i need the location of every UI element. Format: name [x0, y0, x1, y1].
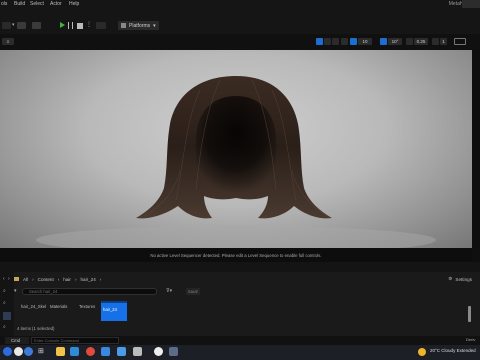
derived-data-label[interactable]: Deriv — [466, 337, 475, 342]
rotation-snap-value[interactable]: 10° — [388, 38, 402, 45]
breadcrumb-all[interactable]: All — [23, 277, 28, 282]
content-browser — [0, 262, 480, 336]
save-all-button[interactable]: SAVE — [186, 288, 200, 295]
menu-build[interactable]: Build — [14, 1, 25, 7]
weather-widget[interactable]: 20°C Cloudy Extended — [430, 348, 476, 353]
rotation-snap-icon[interactable] — [380, 38, 387, 45]
edge-browser-icon[interactable] — [3, 347, 12, 356]
app-icon[interactable] — [133, 347, 142, 356]
item-count: 4 items (1 selected) — [17, 326, 55, 331]
folder-item[interactable]: Textures — [79, 304, 95, 309]
store-icon[interactable] — [117, 347, 126, 356]
menu-actor[interactable]: Actor — [50, 1, 62, 7]
play-icon[interactable] — [60, 22, 65, 28]
photos-icon[interactable] — [101, 347, 110, 356]
viewport-side-strip — [472, 50, 480, 248]
platforms-dropdown[interactable]: Platforms ▾ — [118, 21, 159, 30]
launch-icon[interactable] — [96, 22, 106, 29]
chevron-right-icon: › — [32, 276, 34, 282]
weather-label: Extended — [456, 348, 476, 353]
selected-asset-tile[interactable]: hair_24 — [101, 301, 127, 321]
content-scrollbar[interactable] — [468, 306, 471, 322]
console-command-input[interactable]: Enter Console Command — [31, 337, 119, 344]
forward-arrow-icon[interactable]: › — [8, 276, 10, 282]
app-icon[interactable] — [24, 347, 33, 356]
app-icon[interactable] — [169, 347, 178, 356]
selected-asset-label: hair_24 — [103, 307, 117, 312]
start-icon[interactable]: ⊞ — [38, 347, 47, 356]
content-browser-header — [0, 262, 480, 272]
search-icon[interactable]: ⌕ — [3, 324, 6, 330]
mail-icon[interactable] — [70, 347, 79, 356]
world-space-icon[interactable] — [341, 38, 348, 45]
menu-tools[interactable]: ols — [1, 1, 7, 7]
chevron-right-icon: › — [57, 276, 60, 282]
more-options-icon[interactable]: ⋮ — [86, 21, 92, 28]
unreal-engine-icon[interactable] — [154, 347, 163, 356]
chrome-icon[interactable] — [14, 347, 23, 356]
chevron-right-icon: › — [99, 276, 102, 282]
filter-dropdown-icon[interactable]: ⊽▾ — [166, 288, 180, 295]
breadcrumb: All › Content › hair › hair_24 › — [14, 275, 101, 283]
select-mode-icon[interactable] — [2, 22, 11, 29]
pause-icon[interactable] — [68, 22, 73, 29]
sequencer-status-message: No active Level Sequencer detected. Plea… — [0, 248, 472, 262]
stop-icon[interactable] — [77, 23, 83, 29]
chevron-right-icon: › — [74, 276, 77, 282]
scale-snap-icon[interactable] — [406, 38, 413, 45]
blueprint-icon[interactable] — [32, 22, 41, 29]
back-arrow-icon[interactable]: ‹ — [3, 276, 5, 282]
translate-tool-icon[interactable] — [316, 38, 323, 45]
scale-tool-icon[interactable] — [332, 38, 339, 45]
camera-speed-value[interactable]: 1 — [440, 38, 447, 45]
file-explorer-icon[interactable] — [56, 347, 65, 356]
viewport-layout-icon[interactable] — [454, 38, 466, 45]
breadcrumb-hair[interactable]: hair — [63, 277, 71, 282]
folder-icon — [14, 277, 19, 281]
folder-item[interactable]: Materials — [50, 304, 67, 309]
grid-size-value[interactable]: 10 — [358, 38, 372, 45]
weather-temp: 20°C Cloudy — [430, 348, 456, 353]
menu-select[interactable]: Select — [30, 1, 44, 7]
filter-icon[interactable]: ▾ — [14, 288, 17, 294]
viewport-menu-button[interactable]: ≡ — [2, 38, 14, 45]
chevron-down-icon: ▾ — [153, 22, 156, 29]
platforms-label: Platforms — [129, 22, 151, 29]
settings-button[interactable]: ⚙ Settings — [448, 276, 472, 282]
camera-speed-icon[interactable] — [432, 38, 439, 45]
collections-icon[interactable] — [3, 312, 11, 320]
hair-model — [36, 76, 436, 254]
level-viewport[interactable] — [0, 50, 472, 254]
grid-snap-icon[interactable] — [350, 38, 357, 45]
menu-help[interactable]: Help — [69, 1, 79, 7]
settings-label: Settings — [455, 276, 472, 282]
breadcrumb-hair-24[interactable]: hair_24 — [80, 277, 95, 282]
weather-icon[interactable] — [418, 348, 426, 356]
rotate-tool-icon[interactable] — [324, 38, 331, 45]
opera-icon[interactable] — [86, 347, 95, 356]
breadcrumb-content[interactable]: Content — [38, 277, 54, 282]
console-type-dropdown[interactable]: Cmd — [5, 337, 29, 344]
window-controls[interactable] — [462, 0, 480, 8]
folder-item[interactable]: hair_24_Skel — [21, 304, 46, 309]
platforms-icon — [121, 23, 126, 28]
add-content-icon[interactable] — [17, 22, 26, 29]
content-search-input[interactable]: Search hair_24 — [22, 288, 157, 295]
gear-icon: ⚙ — [448, 276, 453, 281]
scale-snap-value[interactable]: 0.25 — [414, 38, 428, 45]
search-icon[interactable]: ⌕ — [3, 288, 6, 294]
filter-icon[interactable]: ⌕ — [3, 300, 6, 306]
